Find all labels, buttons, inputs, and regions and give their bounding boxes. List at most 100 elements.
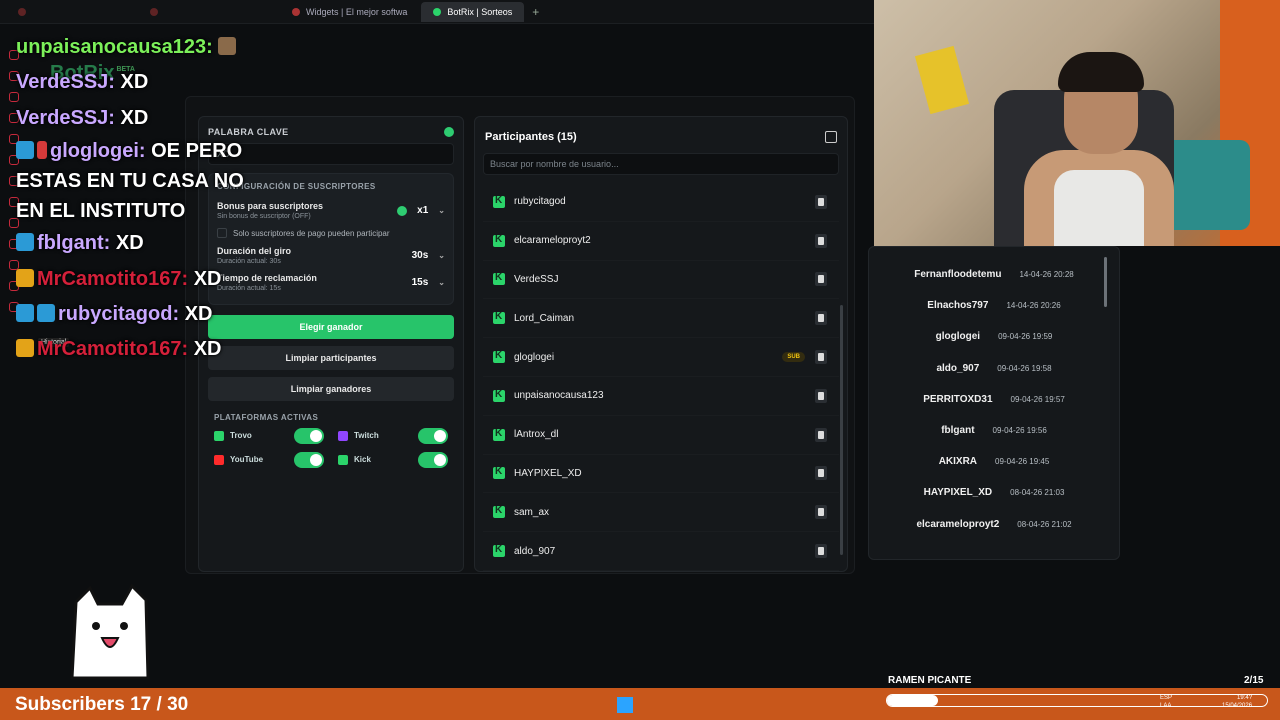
trash-icon[interactable] [815, 427, 827, 442]
chat-user: MrCamotito167: [37, 267, 189, 290]
kick-icon [493, 466, 505, 480]
list-item: aldo_907 [483, 532, 839, 571]
winner-name: elcarameloproyt2 [916, 518, 1000, 530]
chat-line: VerdeSSJ: XD [16, 101, 276, 136]
tab-favicon-icon [150, 7, 158, 16]
badge-icon [16, 233, 34, 252]
claim-time-select[interactable]: 15s ⌄ [412, 277, 445, 288]
webcam-poster [914, 45, 970, 115]
new-tab-button[interactable]: + [526, 5, 545, 19]
chat-message: XD [193, 338, 222, 361]
winners-scrollbar[interactable] [1104, 257, 1107, 307]
participants-header: Participantes (15) [483, 127, 839, 153]
winner-name: AKIXRA [938, 456, 978, 468]
youtube-icon [214, 455, 224, 465]
chat-line: rubycitagod: XD [16, 297, 276, 332]
browser-tab[interactable] [6, 2, 136, 22]
participant-name: gloglogei [514, 351, 555, 363]
language-indicator[interactable]: ESP LAA [1160, 694, 1172, 710]
list-item: lAntrox_dl [483, 416, 839, 455]
participants-panel: Participantes (15) Buscar por nombre de … [474, 116, 848, 572]
goal-count: 2/15 [1244, 675, 1264, 686]
chat-message: XD [120, 71, 149, 94]
participant-search-input[interactable]: Buscar por nombre de usuario... [483, 153, 839, 175]
kick-icon [493, 428, 505, 441]
list-item: unpaisanocausa123 [483, 377, 839, 416]
trash-icon[interactable] [815, 194, 827, 209]
winner-date: 09-04-26 19:57 [1010, 394, 1065, 404]
trovo-toggle[interactable] [294, 428, 324, 444]
copy-icon[interactable] [825, 131, 837, 143]
platform-label: Trovo [230, 431, 252, 441]
winner-row: AKIXRA 09-04-26 19:45 [879, 446, 1109, 477]
platform-trovo: Trovo [214, 428, 324, 444]
chat-user: gloglogei: [50, 140, 146, 163]
twitch-toggle[interactable] [418, 428, 448, 444]
winner-name: gloglogei [935, 331, 981, 343]
browser-tab-botrix[interactable]: BotRix | Sorteos [421, 1, 525, 22]
winner-name: Fernanfloodetemu [914, 269, 1002, 281]
trash-icon[interactable] [815, 350, 827, 365]
winner-date: 14-04-26 20:26 [1006, 301, 1061, 311]
browser-tab-strip: Widgets | El mejor softwa BotRix | Sorte… [0, 0, 875, 24]
spin-duration-select[interactable]: 30s ⌄ [412, 250, 445, 261]
winner-date: 08-04-26 21:02 [1017, 519, 1072, 529]
chat-user: MrCamotito167: [37, 338, 189, 361]
trash-icon[interactable] [815, 544, 827, 559]
participants-scrollbar[interactable] [840, 305, 843, 555]
info-icon[interactable] [397, 205, 408, 216]
kick-icon [493, 234, 505, 247]
participant-name: lAntrox_dl [514, 429, 559, 441]
clock-time: 19:4? [1237, 695, 1253, 701]
chat-user: VerdeSSJ: [16, 71, 115, 94]
trash-icon[interactable] [815, 272, 827, 287]
kick-icon [493, 311, 505, 325]
trash-icon[interactable] [815, 505, 827, 520]
chat-line: unpaisanocausa123: [16, 30, 276, 65]
subscriber-bonus-select[interactable]: x1 ⌄ [397, 205, 445, 216]
list-item: gloglogei SUB [483, 338, 839, 377]
participant-name: elcarameloproyt2 [514, 235, 591, 247]
trash-icon[interactable] [815, 466, 827, 481]
trovo-icon [214, 431, 224, 441]
system-clock[interactable]: 19:4? 15/04/2026 [1222, 694, 1252, 710]
spin-duration-value: 30s [411, 250, 429, 261]
goal-progress-bar [886, 694, 1268, 707]
browser-tab-widgets[interactable]: Widgets | El mejor softwa [280, 2, 419, 22]
kick-toggle[interactable] [418, 452, 448, 468]
trash-icon[interactable] [815, 388, 827, 403]
chat-line: gloglogei: OE PERO ESTAS EN TU CASA NO E… [16, 136, 276, 226]
youtube-toggle[interactable] [294, 452, 324, 468]
browser-tab[interactable] [138, 2, 278, 22]
chat-message: XD [184, 303, 213, 326]
list-item: elcarameloproyt2 [483, 222, 839, 261]
participants-title: Participantes (15) [485, 131, 577, 143]
webcam-hair [1058, 52, 1144, 92]
windows-start-icon[interactable] [617, 697, 633, 713]
kick-icon [338, 455, 348, 465]
chat-message: XD [115, 232, 144, 255]
tab-favicon-icon [18, 7, 26, 16]
cat-sticker [70, 583, 150, 680]
chat-user: rubycitagod: [58, 303, 180, 326]
trash-icon[interactable] [815, 233, 827, 248]
participant-name: HAYPIXEL_XD [514, 467, 582, 479]
subscriber-goal-text: Subscribers 17 / 30 [15, 694, 189, 715]
chat-message: XD [120, 106, 149, 129]
winner-date: 09-04-26 19:56 [992, 426, 1047, 436]
winner-date: 09-04-26 19:58 [997, 363, 1052, 373]
trash-icon[interactable] [815, 311, 827, 326]
participant-name: aldo_907 [514, 545, 556, 557]
sub-badge: SUB [782, 352, 805, 363]
winner-row: fblgant 09-04-26 19:56 [879, 415, 1109, 446]
language-layout: LAA [1160, 703, 1172, 709]
list-item: rubycitagod [483, 183, 839, 222]
list-item: Lord_Caiman [483, 299, 839, 339]
chevron-down-icon: ⌄ [438, 206, 445, 215]
keyword-status-icon [444, 127, 454, 137]
participant-name: VerdeSSJ [514, 273, 559, 285]
tab-label: BotRix | Sorteos [447, 6, 513, 17]
participants-list: rubycitagod elcarameloproyt2 VerdeSSJ Lo… [483, 183, 839, 571]
clear-winners-button[interactable]: Limpiar ganadores [208, 377, 454, 401]
language-code: ESP [1160, 695, 1173, 701]
